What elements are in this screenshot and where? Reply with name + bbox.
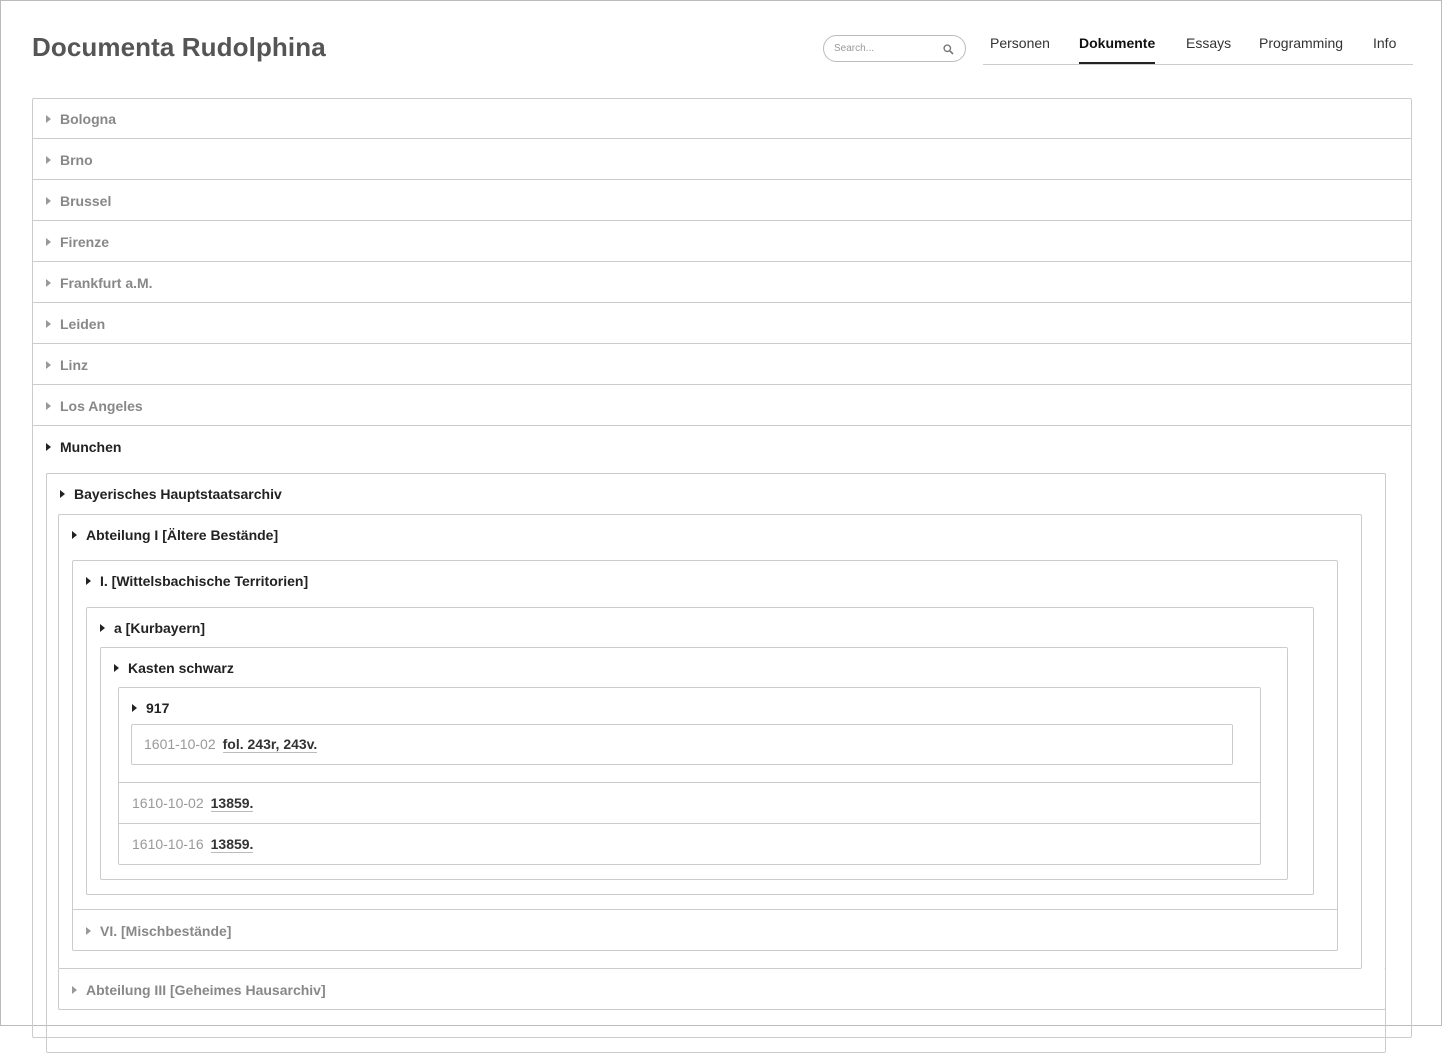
document-date: 1601-10-02 (144, 736, 216, 752)
document-link[interactable]: 13859. (210, 795, 254, 812)
divider (33, 138, 1411, 139)
place-label: Munchen (60, 439, 122, 455)
tab-essays[interactable]: Essays (1186, 35, 1231, 64)
place-item-frankfurt[interactable]: Frankfurt a.M. (46, 263, 153, 303)
tab-dokumente[interactable]: Dokumente (1079, 35, 1156, 64)
section-label: I. [Wittelsbachische Territorien] (100, 573, 309, 589)
section-1-toggle[interactable]: I. [Wittelsbachische Territorien] (86, 561, 308, 601)
abteilung-label: Abteilung III [Geheimes Hausarchiv] (86, 982, 326, 998)
caret-right-icon (46, 361, 51, 370)
divider (33, 179, 1411, 180)
place-item-munchen[interactable]: Munchen (46, 427, 121, 467)
divider (33, 425, 1411, 426)
document-link[interactable]: 13859. (210, 836, 254, 853)
place-item-leiden[interactable]: Leiden (46, 304, 105, 344)
document-link[interactable]: fol. 243r, 243v. (222, 736, 318, 753)
divider (119, 782, 1260, 783)
tab-personen[interactable]: Personen (990, 35, 1050, 64)
subsection-label: a [Kurbayern] (114, 620, 206, 636)
caret-right-icon (46, 279, 51, 288)
divider (119, 823, 1260, 824)
caret-right-icon (46, 197, 51, 206)
subsection-a-toggle[interactable]: a [Kurbayern] (100, 608, 205, 648)
place-item-linz[interactable]: Linz (46, 345, 88, 385)
section-label: VI. [Mischbestände] (100, 923, 232, 939)
abteilung-label: Abteilung I [Ältere Bestände] (86, 527, 279, 543)
tab-info[interactable]: Info (1373, 35, 1396, 64)
caret-right-icon (114, 664, 119, 673)
search-input[interactable] (834, 41, 944, 56)
caret-right-icon (46, 320, 51, 329)
volume-917-toggle[interactable]: 917 (132, 688, 169, 728)
place-label: Linz (60, 357, 88, 373)
caret-right-icon (132, 704, 137, 713)
archive-toggle[interactable]: Bayerisches Hauptstaatsarchiv (60, 474, 282, 514)
archive-label: Bayerisches Hauptstaatsarchiv (74, 486, 282, 502)
place-item-brno[interactable]: Brno (46, 140, 93, 180)
divider (33, 261, 1411, 262)
kasten-label: Kasten schwarz (128, 660, 234, 676)
place-item-brussel[interactable]: Brussel (46, 181, 111, 221)
place-item-firenze[interactable]: Firenze (46, 222, 109, 262)
document-date: 1610-10-16 (132, 836, 204, 852)
divider (33, 302, 1411, 303)
place-label: Leiden (60, 316, 106, 332)
section-6-toggle[interactable]: VI. [Mischbestände] (86, 911, 231, 951)
caret-right-icon (46, 238, 51, 247)
place-label: Firenze (60, 234, 110, 250)
caret-right-icon (86, 927, 91, 936)
volume-label: 917 (146, 700, 170, 716)
caret-right-icon (72, 531, 77, 540)
caret-right-icon (60, 490, 65, 499)
search-icon[interactable] (943, 44, 954, 55)
caret-right-icon (46, 402, 51, 411)
caret-right-icon (46, 156, 51, 165)
divider (73, 909, 1337, 910)
place-label: Frankfurt a.M. (60, 275, 153, 291)
divider (33, 384, 1411, 385)
tab-programming[interactable]: Programming (1259, 35, 1343, 64)
caret-right-icon (72, 986, 77, 995)
divider (33, 343, 1411, 344)
place-label: Brussel (60, 193, 112, 209)
place-label: Brno (60, 152, 93, 168)
caret-right-icon (100, 624, 105, 633)
abteilung-3-toggle[interactable]: Abteilung III [Geheimes Hausarchiv] (72, 970, 326, 1010)
document-entry: 1610-10-02 13859. (132, 795, 254, 812)
abteilung-1-toggle[interactable]: Abteilung I [Ältere Bestände] (72, 515, 278, 555)
site-title: Documenta Rudolphina (32, 32, 326, 62)
place-item-bologna[interactable]: Bologna (46, 99, 116, 139)
search-box[interactable] (823, 35, 966, 62)
caret-right-icon (86, 577, 91, 586)
kasten-toggle[interactable]: Kasten schwarz (114, 648, 234, 688)
divider (33, 220, 1411, 221)
document-entry: 1610-10-16 13859. (132, 836, 254, 853)
place-label: Los Angeles (60, 398, 143, 414)
document-entry: 1601-10-02 fol. 243r, 243v. (144, 736, 318, 753)
main-nav: Personen Dokumente Essays Programming In… (983, 35, 1413, 65)
caret-right-icon (46, 443, 51, 452)
place-item-los-angeles[interactable]: Los Angeles (46, 386, 143, 426)
document-date: 1610-10-02 (132, 795, 204, 811)
place-label: Bologna (60, 111, 116, 127)
document-list (118, 687, 1261, 865)
caret-right-icon (46, 115, 51, 124)
